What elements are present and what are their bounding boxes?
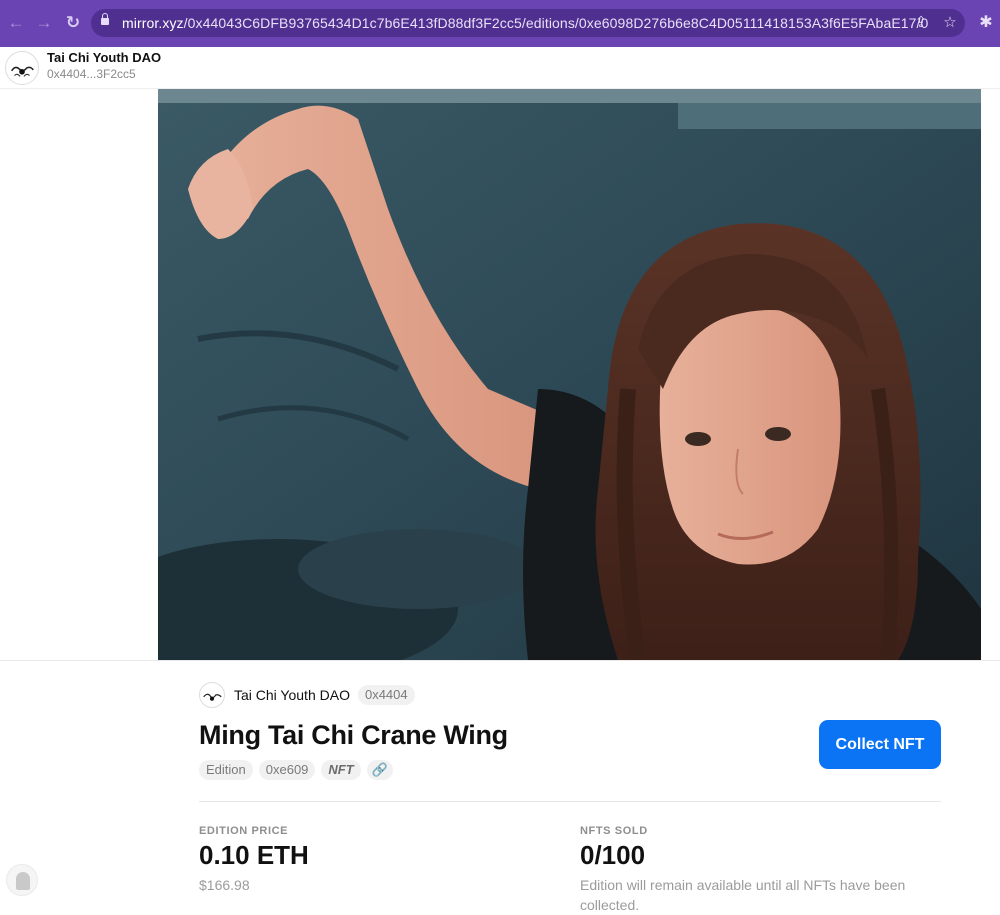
availability-note: Edition will remain available until all … bbox=[580, 877, 906, 913]
edition-price-usd: $166.98 bbox=[199, 877, 250, 893]
share-icon[interactable]: ⇪ bbox=[911, 13, 931, 33]
edition-title: Ming Tai Chi Crane Wing bbox=[199, 720, 508, 750]
publication-address: 0x4404...3F2cc5 bbox=[47, 67, 136, 81]
back-arrow-icon[interactable]: ← bbox=[5, 12, 27, 34]
floating-menu-button[interactable] bbox=[6, 864, 38, 896]
reload-icon[interactable]: ↻ bbox=[62, 12, 84, 34]
creator-avatar[interactable] bbox=[199, 682, 225, 708]
browser-toolbar: ← → ↻ mirror.xyz/0x44043C6DFB93765434D1c… bbox=[0, 0, 1000, 47]
divider bbox=[199, 801, 941, 802]
edition-type-tag: Edition bbox=[199, 760, 253, 780]
nfts-sold-value: 0/100 bbox=[580, 840, 646, 870]
contract-address-tag[interactable]: 0xe609 bbox=[258, 760, 316, 780]
lock-icon[interactable] bbox=[101, 13, 109, 26]
divider bbox=[0, 660, 1000, 661]
creator-address-badge[interactable]: 0x4404 bbox=[357, 685, 415, 705]
edition-price-label: EDITION PRICE bbox=[199, 825, 289, 837]
publication-name[interactable]: Tai Chi Youth DAO bbox=[47, 50, 161, 65]
edition-price-value: 0.10 ETH bbox=[199, 840, 309, 870]
creator-name[interactable]: Tai Chi Youth DAO bbox=[234, 687, 350, 703]
bookmark-star-icon[interactable]: ☆ bbox=[940, 13, 960, 33]
collect-nft-button[interactable]: Collect NFT bbox=[819, 720, 941, 769]
edition-tags: Edition 0xe609 NFT 🔗 bbox=[199, 760, 393, 780]
nft-tag[interactable]: NFT bbox=[321, 760, 361, 780]
address-bar[interactable]: mirror.xyz/0x44043C6DFB93765434D1c7b6E41… bbox=[91, 9, 965, 37]
site-header: Tai Chi Youth DAO 0x4404...3F2cc5 bbox=[0, 47, 1000, 89]
forward-arrow-icon[interactable]: → bbox=[33, 12, 55, 34]
arch-icon bbox=[16, 872, 30, 890]
extensions-puzzle-icon[interactable]: ✱ bbox=[976, 13, 996, 33]
url-text[interactable]: mirror.xyz/0x44043C6DFB93765434D1c7b6E41… bbox=[122, 15, 928, 31]
link-icon[interactable]: 🔗 bbox=[366, 760, 393, 780]
creator-row: Tai Chi Youth DAO 0x4404 bbox=[199, 682, 415, 708]
edition-artwork-image bbox=[158, 89, 981, 660]
publication-logo[interactable] bbox=[5, 51, 39, 85]
nfts-sold-label: NFTS SOLD bbox=[580, 825, 648, 837]
